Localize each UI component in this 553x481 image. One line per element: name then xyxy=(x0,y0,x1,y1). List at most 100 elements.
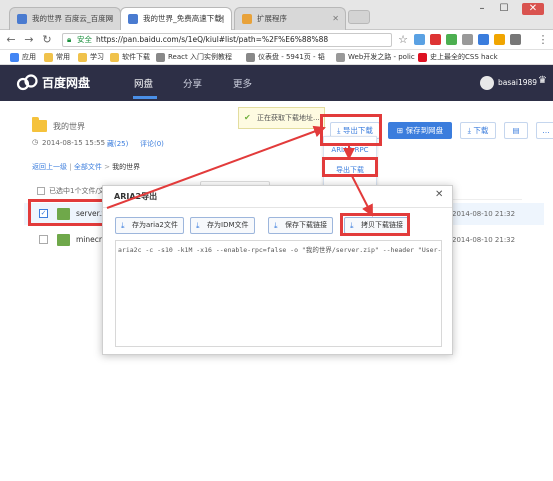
save-to-pan-button[interactable]: ⊞ 保存到网盘 xyxy=(388,122,452,139)
close-tab-icon[interactable]: ✕ xyxy=(107,8,114,29)
file-date: 2014-08-10 21:32 xyxy=(452,236,516,244)
document-icon: ▤ xyxy=(512,126,520,135)
extension-icon[interactable] xyxy=(414,34,425,45)
username[interactable]: basai1989 xyxy=(498,78,537,87)
bookmark-folder[interactable]: 常用 xyxy=(44,51,70,64)
minimize-button[interactable]: – xyxy=(474,3,490,15)
secure-label: 安全 xyxy=(77,35,92,44)
highlight-selected-file xyxy=(28,199,108,226)
extension-icon[interactable] xyxy=(478,34,489,45)
reload-icon[interactable]: ↻ xyxy=(40,33,54,47)
select-all-checkbox[interactable] xyxy=(37,187,45,195)
active-nav-indicator xyxy=(133,96,157,99)
loading-tooltip: ✔ 正在获取下载地址... xyxy=(238,107,325,129)
row-checkbox[interactable] xyxy=(39,235,48,244)
extension-icon[interactable] xyxy=(494,34,505,45)
forward-icon[interactable]: → xyxy=(22,33,36,47)
baidu-favicon xyxy=(17,14,27,24)
url-text[interactable]: https://pan.baidu.com/s/1eQ/kiul#list/pa… xyxy=(96,34,328,46)
address-toolbar: ← → ↻ 🔒︎ 安全 https://pan.baidu.com/s/1eQ/… xyxy=(0,30,553,50)
bookmark-link[interactable]: 史上最全的CSS hack xyxy=(418,51,498,64)
bookmarks-bar: 应用 常用 学习 软件下载 React 入门实例教程 仪表盘 - 5941页 -… xyxy=(0,50,553,65)
highlight-copy-links-button xyxy=(340,213,410,236)
save-download-links-button[interactable]: ⤓ 保存下载链接 xyxy=(268,217,333,234)
download-icon: ⤓ xyxy=(274,221,278,230)
bookmark-star-icon[interactable]: ☆ xyxy=(396,33,410,47)
file-icon xyxy=(57,234,70,246)
folder-icon xyxy=(32,117,47,132)
folder-icon xyxy=(44,53,53,62)
extension-icon[interactable] xyxy=(446,34,457,45)
selection-count: 已选中1个文件/文 xyxy=(49,187,105,195)
extension-favicon xyxy=(242,14,252,24)
extension-icon[interactable] xyxy=(510,34,521,45)
bookmark-link[interactable]: React 入门实例教程 xyxy=(156,51,232,64)
tab-3[interactable]: 扩展程序 ✕ xyxy=(234,7,346,30)
close-icon[interactable]: ✕ xyxy=(435,189,443,200)
folder-icon xyxy=(110,53,119,62)
report-button[interactable]: ▤ xyxy=(504,122,528,139)
back-icon[interactable]: ← xyxy=(4,33,18,47)
save-icon: ⊞ xyxy=(396,126,404,135)
menu-icon[interactable]: ⋮ xyxy=(536,33,550,47)
download-icon: ⤓ xyxy=(121,221,125,230)
comments-link[interactable]: 评论(0) xyxy=(140,139,164,149)
bookmark-apps[interactable]: 应用 xyxy=(10,51,36,64)
share-date: 2014-08-15 15:55 xyxy=(42,139,106,147)
page-icon xyxy=(418,53,427,62)
command-textarea[interactable]: aria2c -c -s10 -k1M -x16 --enable-rpc=fa… xyxy=(115,240,442,347)
folder-icon xyxy=(78,53,87,62)
maximize-button[interactable]: ☐ xyxy=(496,3,512,15)
tab-1[interactable]: 我的世界 百度云_百度网 ✕ xyxy=(9,7,121,30)
close-window-button[interactable]: ✕ xyxy=(522,3,544,15)
breadcrumb-all-files[interactable]: 全部文件 xyxy=(74,163,102,171)
download-button[interactable]: ⤓ 下载 xyxy=(460,122,496,139)
lock-icon: 🔒︎ xyxy=(67,35,72,44)
bookmark-folder[interactable]: 学习 xyxy=(78,51,104,64)
dialog-title: ARIA2导出 xyxy=(114,192,158,201)
address-bar[interactable]: 🔒︎ 安全 https://pan.baidu.com/s/1eQ/kiul#l… xyxy=(62,33,392,47)
bookmark-link[interactable]: Web开发之路 - polic xyxy=(336,51,415,64)
close-tab-icon[interactable]: ✕ xyxy=(218,8,225,29)
extension-icon[interactable] xyxy=(430,34,441,45)
favorites-link[interactable]: 藏(25) xyxy=(107,139,128,149)
page-icon xyxy=(156,53,165,62)
pan-header: 百度网盘 网盘 分享 更多 basai1989 ♛ xyxy=(0,65,553,101)
avatar[interactable] xyxy=(480,76,494,90)
baidu-favicon xyxy=(128,14,138,24)
page-icon xyxy=(246,53,255,62)
tab-title: 扩展程序 xyxy=(257,14,287,23)
extension-icon[interactable] xyxy=(462,34,473,45)
apps-icon xyxy=(10,53,19,62)
close-tab-icon[interactable]: ✕ xyxy=(332,8,339,29)
crown-icon[interactable]: ♛ xyxy=(538,75,547,86)
breadcrumb-current: 我的世界 xyxy=(112,163,141,171)
pan-logo-text[interactable]: 百度网盘 xyxy=(42,74,90,91)
save-idm-file-button[interactable]: ⤓ 存为IDM文件 xyxy=(190,217,255,234)
tab-title: 我的世界_免费高速下载| xyxy=(143,14,225,23)
page-icon xyxy=(336,53,345,62)
tab-2-active[interactable]: 我的世界_免费高速下载| ✕ xyxy=(120,7,232,30)
file-date: 2014-08-10 21:32 xyxy=(452,210,516,218)
nav-netdisk[interactable]: 网盘 xyxy=(134,76,153,90)
highlight-export-menu-item xyxy=(322,157,378,177)
bookmark-folder[interactable]: 软件下载 xyxy=(110,51,150,64)
breadcrumb-back[interactable]: 返回上一级 xyxy=(32,163,67,171)
share-folder-name: 我的世界 xyxy=(53,122,85,131)
check-icon: ✔ xyxy=(244,113,251,122)
nav-more[interactable]: 更多 xyxy=(233,76,252,90)
highlight-export-button xyxy=(320,114,382,146)
tab-title: 我的世界 百度云_百度网 xyxy=(32,14,114,23)
new-tab-button[interactable] xyxy=(348,10,370,24)
browser-tab-bar: 我的世界 百度云_百度网 ✕ 我的世界_免费高速下载| ✕ 扩展程序 ✕ – ☐… xyxy=(0,0,553,30)
bookmark-link[interactable]: 仪表盘 - 5941页 - 韬 xyxy=(246,51,325,64)
save-aria2-file-button[interactable]: ⤓ 存为aria2文件 xyxy=(115,217,184,234)
aria2-export-dialog: ARIA2导出 ✕ ⤓ 存为aria2文件 ⤓ 存为IDM文件 ⤓ 保存下载链接 ⤓ 拷… xyxy=(102,185,453,355)
menu-item-aria2-rpc[interactable]: ARIA2 RPC xyxy=(324,146,376,154)
nav-share[interactable]: 分享 xyxy=(183,76,202,90)
breadcrumb: 返回上一级 | 全部文件 > 我的世界 xyxy=(32,163,141,171)
baidu-pan-logo-icon xyxy=(16,74,38,91)
download-icon: ⤓ xyxy=(196,221,200,230)
dialog-title-bar[interactable]: ARIA2导出 ✕ xyxy=(103,186,452,208)
more-button[interactable]: … xyxy=(536,122,553,139)
